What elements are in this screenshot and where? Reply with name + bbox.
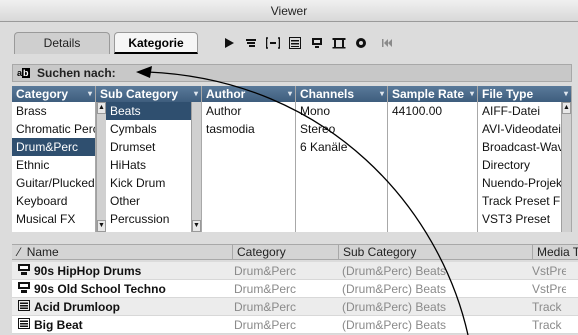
filter-subcategory: Sub Category ▾ Beats Cymbals Drumset HiHats K… bbox=[96, 86, 202, 232]
filetype-scrollbar[interactable]: ▲ bbox=[561, 102, 571, 232]
row-category: Drum&Perc bbox=[234, 282, 297, 296]
filter-channels-header[interactable]: Channels ▾ bbox=[296, 86, 387, 102]
sort-icon: ⁄ bbox=[18, 245, 21, 259]
filter-item-channels[interactable]: Stereo bbox=[296, 120, 387, 138]
subcategory-scrollbar[interactable]: ▼ bbox=[191, 102, 201, 232]
filter-item-filetype[interactable]: Nuendo-Projek bbox=[478, 174, 571, 192]
search-label: Suchen nach: bbox=[37, 66, 116, 80]
bracket-icon[interactable] bbox=[264, 34, 282, 52]
row-media-type: VstPre bbox=[532, 264, 566, 278]
col-media-type[interactable]: Media T bbox=[532, 245, 578, 260]
filter-item-channels[interactable]: Mono bbox=[296, 102, 387, 120]
instrument-icon bbox=[18, 280, 30, 298]
columns-icon[interactable] bbox=[330, 34, 348, 52]
table-row[interactable]: 90s HipHop Drums Drum&Perc (Drum&Perc) Bea… bbox=[12, 262, 578, 280]
row-category: Drum&Perc bbox=[234, 264, 297, 278]
filter-item-subcategory[interactable]: HiHats bbox=[106, 156, 201, 174]
scroll-down-icon[interactable]: ▼ bbox=[97, 220, 106, 232]
table-row[interactable]: Acid Drumloop Drum&Perc (Drum&Perc) Beats T… bbox=[12, 298, 578, 316]
row-subcategory: (Drum&Perc) Beats bbox=[342, 264, 447, 278]
filter-item-subcategory[interactable]: Other bbox=[106, 192, 201, 210]
filter-samplerate: Sample Rate ▾ 44100.00 bbox=[388, 86, 478, 232]
row-name: Big Beat bbox=[18, 316, 83, 334]
filter-item-subcategory[interactable]: Beats bbox=[106, 102, 201, 120]
row-subcategory: (Drum&Perc) Beats bbox=[342, 318, 447, 332]
filter-item-category[interactable]: Ethnic bbox=[12, 156, 95, 174]
filter-item-filetype[interactable]: VST3 Preset bbox=[478, 210, 571, 228]
filter-filetype-header[interactable]: File Type ▾ bbox=[478, 86, 571, 102]
table-row[interactable]: 90s Old School Techno Drum&Perc (Drum&Perc… bbox=[12, 280, 578, 298]
scroll-up-icon[interactable]: ▲ bbox=[562, 102, 571, 114]
window-title: Viewer bbox=[0, 0, 578, 22]
filter-samplerate-header[interactable]: Sample Rate ▾ bbox=[388, 86, 477, 102]
subcategory-scrollbar-left[interactable]: ▲ ▼ bbox=[96, 102, 106, 232]
toolbar: Details Kategorie bbox=[0, 22, 578, 62]
scroll-up-icon[interactable]: ▲ bbox=[97, 102, 106, 114]
row-subcategory: (Drum&Perc) Beats bbox=[342, 300, 447, 314]
row-media-type: Track bbox=[532, 318, 562, 332]
filter-item-author[interactable]: Author bbox=[202, 102, 295, 120]
filter-item-category[interactable]: Musical FX bbox=[12, 210, 95, 228]
cog-icon[interactable] bbox=[352, 34, 370, 52]
track-icon bbox=[18, 298, 30, 316]
filter-category: Category ▾ Brass Chromatic Perc Drum&Perc Et… bbox=[12, 86, 96, 232]
scroll-down-icon[interactable]: ▼ bbox=[192, 220, 201, 232]
filter-icon[interactable] bbox=[242, 34, 260, 52]
table-row[interactable]: Big Beat Drum&Perc (Drum&Perc) Beats Track bbox=[12, 316, 578, 334]
filter-filetype: File Type ▾ AIFF-Datei AVI-Videodatei Broad… bbox=[478, 86, 572, 232]
filter-subcategory-header[interactable]: Sub Category ▾ bbox=[96, 86, 201, 102]
row-name: Acid Drumloop bbox=[18, 298, 120, 316]
filter-item-filetype[interactable]: AVI-Videodatei bbox=[478, 120, 571, 138]
filter-item-subcategory[interactable]: Cymbals bbox=[106, 120, 201, 138]
col-category[interactable]: Category bbox=[232, 245, 286, 260]
row-category: Drum&Perc bbox=[234, 318, 297, 332]
filter-item-filetype[interactable]: Track Preset Fi bbox=[478, 192, 571, 210]
filter-item-samplerate[interactable]: 44100.00 bbox=[388, 102, 477, 120]
filter-item-subcategory[interactable]: Drumset bbox=[106, 138, 201, 156]
filter-author-header[interactable]: Author ▾ bbox=[202, 86, 295, 102]
col-subcategory[interactable]: Sub Category bbox=[338, 245, 416, 260]
search-type-icon: ab bbox=[17, 68, 30, 78]
filter-item-subcategory[interactable]: Percussion bbox=[106, 210, 201, 228]
filter-item-filetype[interactable]: Broadcast-Wav bbox=[478, 138, 571, 156]
tab-details[interactable]: Details bbox=[14, 32, 110, 54]
filter-item-category[interactable]: Brass bbox=[12, 102, 95, 120]
loop-icon[interactable] bbox=[308, 34, 326, 52]
filter-author: Author ▾ Author tasmodia bbox=[202, 86, 296, 232]
row-subcategory: (Drum&Perc) Beats bbox=[342, 282, 447, 296]
filter-category-header[interactable]: Category ▾ bbox=[12, 86, 95, 102]
row-category: Drum&Perc bbox=[234, 300, 297, 314]
row-name: 90s HipHop Drums bbox=[18, 262, 141, 280]
instrument-icon bbox=[18, 262, 30, 280]
filter-item-author[interactable]: tasmodia bbox=[202, 120, 295, 138]
rewind-icon[interactable] bbox=[378, 34, 396, 52]
filter-item-category[interactable]: Keyboard bbox=[12, 192, 95, 210]
filter-item-category[interactable]: Chromatic Perc bbox=[12, 120, 95, 138]
results-header: ⁄ Name Category Sub Category Media T bbox=[12, 244, 578, 260]
filter-item-channels[interactable]: 6 Kanäle bbox=[296, 138, 387, 156]
row-media-type: Track bbox=[532, 300, 562, 314]
tab-kategorie[interactable]: Kategorie bbox=[114, 32, 198, 54]
col-name[interactable]: ⁄ Name bbox=[12, 245, 59, 260]
filter-item-category[interactable]: Drum&Perc bbox=[12, 138, 95, 156]
search-bar[interactable]: ab Suchen nach: bbox=[12, 64, 572, 82]
filter-item-filetype[interactable]: Directory bbox=[478, 156, 571, 174]
filter-item-category[interactable]: Guitar/Plucked bbox=[12, 174, 95, 192]
play-icon[interactable] bbox=[220, 34, 238, 52]
row-media-type: VstPre bbox=[532, 282, 566, 296]
track-icon bbox=[18, 316, 30, 334]
row-name: 90s Old School Techno bbox=[18, 280, 166, 298]
viewer-window: Viewer Details Kategorie ab Suchen nach:… bbox=[0, 0, 578, 335]
list-icon[interactable] bbox=[286, 34, 304, 52]
filter-item-subcategory[interactable]: Kick Drum bbox=[106, 174, 201, 192]
filter-item-filetype[interactable]: AIFF-Datei bbox=[478, 102, 571, 120]
filter-channels: Channels ▾ Mono Stereo 6 Kanäle bbox=[296, 86, 388, 232]
